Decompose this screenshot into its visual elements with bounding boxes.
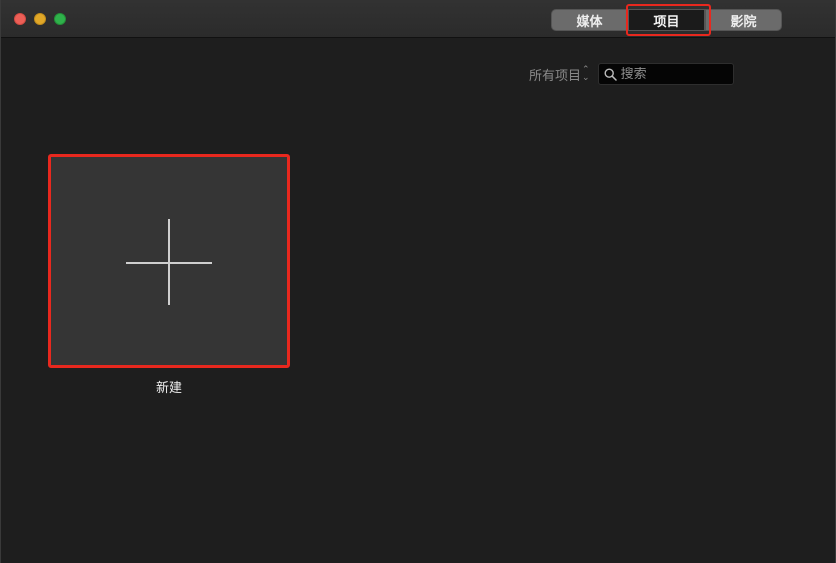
- filter-row: 所有项目 ⌃ ⌄: [529, 63, 734, 85]
- search-field[interactable]: [597, 63, 734, 85]
- close-window-button[interactable]: [14, 13, 26, 25]
- tab-theater[interactable]: 影院: [705, 9, 782, 31]
- project-filter-select[interactable]: 所有项目 ⌃ ⌄: [529, 63, 590, 85]
- project-filter-value: 所有项目: [529, 68, 582, 84]
- zoom-window-button[interactable]: [54, 13, 66, 25]
- search-icon: [604, 67, 617, 81]
- tab-media[interactable]: 媒体: [551, 9, 628, 31]
- plus-icon-vertical: [168, 219, 170, 305]
- view-switcher: 媒体 项目 影院: [551, 4, 782, 36]
- new-project-button[interactable]: [48, 154, 290, 368]
- up-down-chevron-icon: ⌃ ⌄: [582, 65, 590, 83]
- tab-projects-label: 项目: [653, 14, 680, 30]
- title-bar: 媒体 项目 影院: [1, 0, 835, 38]
- search-input[interactable]: [620, 66, 721, 82]
- tab-projects[interactable]: 项目: [626, 4, 711, 36]
- imovie-window: 媒体 项目 影院 所有项目 ⌃⌄ 新建: [0, 0, 836, 563]
- new-project-label: 新建: [155, 381, 182, 396]
- minimize-window-button[interactable]: [34, 13, 46, 25]
